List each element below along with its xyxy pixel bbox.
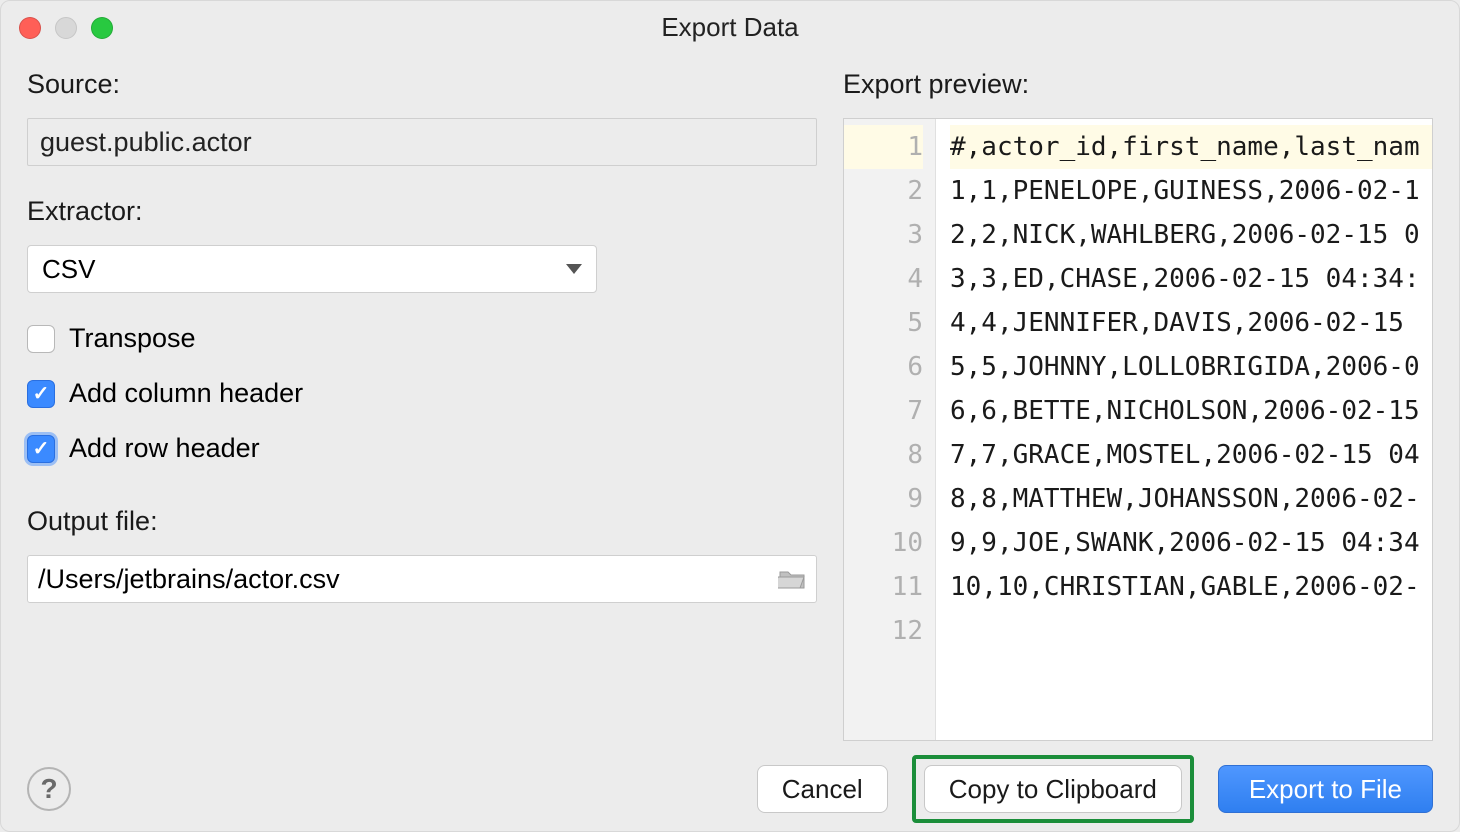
add-row-header-label: Add row header xyxy=(69,433,260,464)
preview-line: #,actor_id,first_name,last_nam xyxy=(950,125,1432,169)
preview-line: 8,8,MATTHEW,JOHANSSON,2006-02- xyxy=(950,477,1432,521)
preview-gutter: 123456789101112 xyxy=(844,119,936,740)
close-window-button[interactable] xyxy=(19,17,41,39)
preview-line: 5,5,JOHNNY,LOLLOBRIGIDA,2006-0 xyxy=(950,345,1432,389)
gutter-line: 6 xyxy=(844,345,923,389)
zoom-window-button[interactable] xyxy=(91,17,113,39)
output-file-field[interactable]: /Users/jetbrains/actor.csv xyxy=(27,555,817,603)
preview-pane: Export preview: 123456789101112 #,actor_… xyxy=(843,63,1433,741)
preview-line: 4,4,JENNIFER,DAVIS,2006-02-15 xyxy=(950,301,1432,345)
output-file-value: /Users/jetbrains/actor.csv xyxy=(38,564,770,595)
transpose-checkbox-row[interactable]: Transpose xyxy=(27,323,817,354)
preview-line: 2,2,NICK,WAHLBERG,2006-02-15 0 xyxy=(950,213,1432,257)
gutter-line: 7 xyxy=(844,389,923,433)
copy-to-clipboard-button[interactable]: Copy to Clipboard xyxy=(924,765,1182,813)
source-value: guest.public.actor xyxy=(40,127,252,158)
options-pane: Source: guest.public.actor Extractor: CS… xyxy=(27,63,817,741)
preview-line: 3,3,ED,CHASE,2006-02-15 04:34: xyxy=(950,257,1432,301)
preview-line: 10,10,CHRISTIAN,GABLE,2006-02- xyxy=(950,565,1432,609)
titlebar: Export Data xyxy=(1,1,1459,53)
gutter-line: 2 xyxy=(844,169,923,213)
add-row-header-checkbox[interactable]: ✓ xyxy=(27,435,55,463)
add-column-header-checkbox[interactable]: ✓ xyxy=(27,380,55,408)
preview-line: 1,1,PENELOPE,GUINESS,2006-02-1 xyxy=(950,169,1432,213)
transpose-label: Transpose xyxy=(69,323,196,354)
minimize-window-button xyxy=(55,17,77,39)
chevron-down-icon xyxy=(566,264,582,274)
output-file-label: Output file: xyxy=(27,506,817,537)
preview-line: 9,9,JOE,SWANK,2006-02-15 04:34 xyxy=(950,521,1432,565)
gutter-line: 8 xyxy=(844,433,923,477)
copy-to-clipboard-highlight: Copy to Clipboard xyxy=(912,755,1194,823)
transpose-checkbox[interactable] xyxy=(27,325,55,353)
gutter-line: 12 xyxy=(844,609,923,653)
extractor-value: CSV xyxy=(42,254,95,285)
preview-label: Export preview: xyxy=(843,69,1433,100)
source-label: Source: xyxy=(27,69,817,100)
source-field[interactable]: guest.public.actor xyxy=(27,118,817,166)
gutter-line: 3 xyxy=(844,213,923,257)
preview-line: 6,6,BETTE,NICHOLSON,2006-02-15 xyxy=(950,389,1432,433)
cancel-button[interactable]: Cancel xyxy=(757,765,888,813)
preview-lines: #,actor_id,first_name,last_nam1,1,PENELO… xyxy=(936,119,1432,740)
gutter-line: 10 xyxy=(844,521,923,565)
window-title: Export Data xyxy=(661,12,798,43)
help-button[interactable]: ? xyxy=(27,767,71,811)
add-row-header-row[interactable]: ✓ Add row header xyxy=(27,433,817,464)
gutter-line: 5 xyxy=(844,301,923,345)
browse-folder-icon[interactable] xyxy=(778,568,806,590)
gutter-line: 1 xyxy=(844,125,923,169)
gutter-line: 11 xyxy=(844,565,923,609)
extractor-label: Extractor: xyxy=(27,196,817,227)
add-column-header-row[interactable]: ✓ Add column header xyxy=(27,378,817,409)
add-column-header-label: Add column header xyxy=(69,378,303,409)
preview-line: 7,7,GRACE,MOSTEL,2006-02-15 04 xyxy=(950,433,1432,477)
help-icon: ? xyxy=(40,773,57,805)
gutter-line: 9 xyxy=(844,477,923,521)
export-to-file-button[interactable]: Export to File xyxy=(1218,765,1433,813)
preview-editor[interactable]: 123456789101112 #,actor_id,first_name,la… xyxy=(843,118,1433,741)
export-data-dialog: Export Data Source: guest.public.actor E… xyxy=(0,0,1460,832)
gutter-line: 4 xyxy=(844,257,923,301)
dialog-footer: ? Cancel Copy to Clipboard Export to Fil… xyxy=(27,759,1433,819)
extractor-select[interactable]: CSV xyxy=(27,245,597,293)
window-controls xyxy=(19,17,113,39)
